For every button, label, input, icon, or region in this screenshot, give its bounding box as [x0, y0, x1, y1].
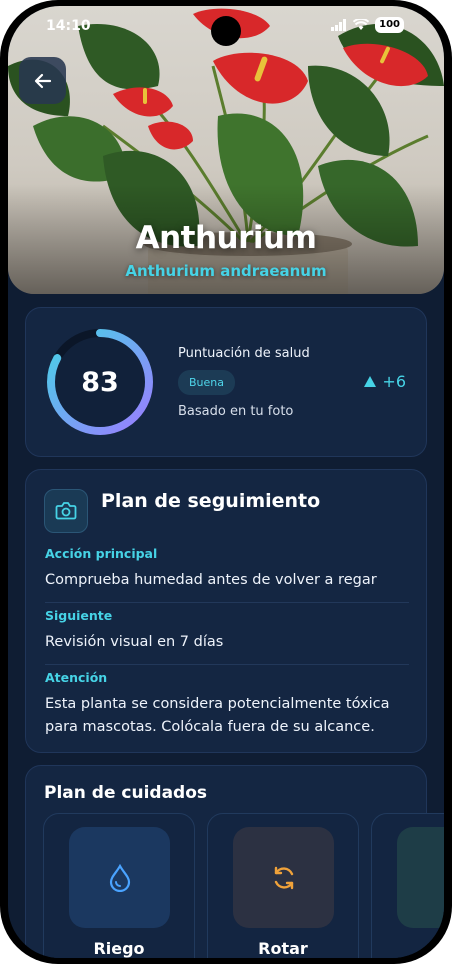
care-tile-label: Rotar [258, 939, 308, 958]
follow-up-item: Siguiente Revisión visual en 7 días [45, 608, 409, 654]
care-plan-card: Plan de cuidados Riego Rotar [25, 765, 444, 958]
arrow-left-icon [34, 73, 51, 88]
follow-up-item-label: Siguiente [45, 608, 113, 623]
health-note: Basado en tu foto [178, 404, 294, 419]
care-plan-title: Plan de cuidados [44, 783, 208, 803]
follow-up-item: Acción principal Comprueba humedad antes… [45, 546, 409, 592]
wifi-icon [353, 19, 370, 30]
plant-hero-image: Anthurium Anthurium andraeanum [8, 6, 444, 294]
water-icon-box [69, 827, 170, 928]
care-tile-rotate[interactable]: Rotar [207, 813, 359, 958]
follow-up-item: Atención Esta planta se considera potenc… [45, 670, 409, 739]
battery-indicator: 100 [375, 17, 404, 33]
camera-icon-box [44, 489, 88, 533]
camera-icon [55, 502, 77, 520]
follow-up-item-text: Comprueba humedad antes de volver a rega… [45, 572, 377, 588]
camera-notch [211, 16, 241, 46]
care-tile-icon-box [397, 827, 444, 928]
care-tile-water[interactable]: Riego [43, 813, 195, 958]
health-status-badge: Buena [178, 370, 235, 395]
rotate-icon-box [233, 827, 334, 928]
phone-frame: Anthurium Anthurium andraeanum 14:10 100… [0, 0, 452, 964]
rotate-icon [274, 866, 293, 889]
status-icons: 100 [331, 17, 404, 33]
follow-up-item-text: Esta planta se considera potencialmente … [45, 696, 390, 735]
triangle-up-icon [364, 376, 377, 387]
water-drop-icon [109, 863, 130, 892]
status-time: 14:10 [46, 18, 91, 34]
follow-up-item-text: Revisión visual en 7 días [45, 634, 224, 650]
health-delta: +6 [364, 372, 406, 391]
app-screen: Anthurium Anthurium andraeanum 14:10 100… [8, 6, 444, 958]
back-button[interactable] [19, 57, 66, 104]
follow-up-item-label: Atención [45, 670, 108, 685]
divider [45, 602, 409, 603]
follow-up-title: Plan de seguimiento [101, 490, 321, 512]
follow-up-item-label: Acción principal [45, 546, 158, 561]
care-tile-partial[interactable] [371, 813, 444, 958]
plant-name: Anthurium [135, 220, 317, 256]
plant-scientific-name: Anthurium andraeanum [125, 262, 327, 280]
health-score-card: 83 Puntuación de salud Buena Basado en t… [25, 307, 427, 457]
health-delta-value: +6 [382, 372, 406, 391]
divider [45, 664, 409, 665]
health-score-label: Puntuación de salud [178, 346, 310, 361]
care-tile-label: Riego [93, 939, 145, 958]
signal-icon [331, 19, 347, 31]
follow-up-plan-card: Plan de seguimiento Acción principal Com… [25, 469, 427, 753]
health-score-value: 83 [81, 366, 119, 398]
